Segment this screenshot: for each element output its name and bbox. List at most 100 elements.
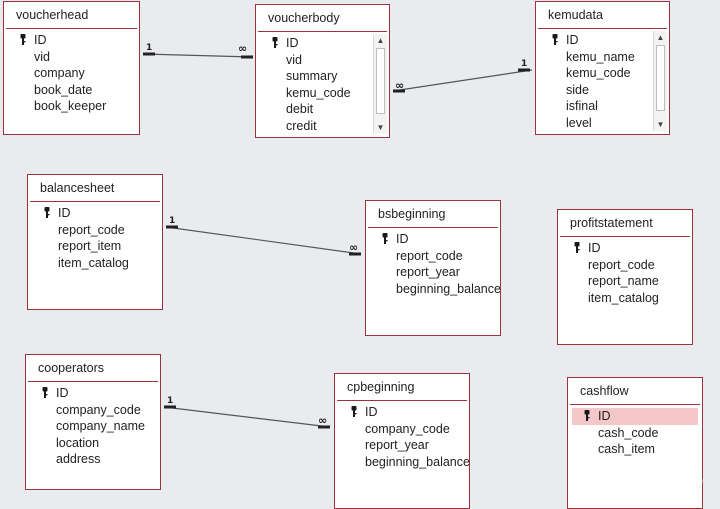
table-title[interactable]: bsbeginning <box>368 201 498 228</box>
field-row[interactable]: ID <box>558 240 692 257</box>
field-row[interactable]: company_code <box>26 402 160 419</box>
table-balancesheet[interactable]: balancesheet ID report_code report_item … <box>27 174 163 310</box>
field-name: company <box>34 66 85 81</box>
field-row[interactable]: kemu_code <box>536 65 669 82</box>
field-row[interactable]: company <box>4 65 139 82</box>
table-title[interactable]: cooperators <box>28 355 158 382</box>
vertical-scrollbar[interactable]: ▲ ▼ <box>653 31 667 131</box>
field-name: isfinal <box>566 99 598 114</box>
field-row[interactable]: vid <box>256 52 389 69</box>
table-title[interactable]: profitstatement <box>560 210 690 237</box>
field-row[interactable]: beginning_balance <box>366 281 500 298</box>
scroll-down-icon[interactable]: ▼ <box>374 121 387 134</box>
field-row[interactable]: debit <box>256 101 389 118</box>
watermark: 知乎 @郑天玑 <box>589 467 704 487</box>
field-name: book_keeper <box>34 99 107 114</box>
field-list: ID kemu_name kemu_code side isfinal leve… <box>536 29 669 132</box>
table-profitstatement[interactable]: profitstatement ID report_code report_na… <box>557 209 693 345</box>
field-name: cash_code <box>598 425 659 440</box>
key-icon <box>574 242 580 253</box>
field-name: vid <box>34 49 50 64</box>
scroll-up-icon[interactable]: ▲ <box>654 31 667 44</box>
field-row[interactable]: ID <box>256 35 389 52</box>
field-name: debit <box>286 102 314 117</box>
table-kemudata[interactable]: kemudata ID kemu_name kemu_code side isf… <box>535 1 670 135</box>
scroll-thumb[interactable] <box>656 45 665 111</box>
scroll-down-icon[interactable]: ▼ <box>654 118 667 131</box>
field-row[interactable]: kemu_name <box>536 49 669 66</box>
scroll-up-icon[interactable]: ▲ <box>374 34 387 47</box>
field-row-selected[interactable]: ID <box>572 408 698 425</box>
relation-voucherbody-kemudata: ∞ 1 <box>392 59 533 93</box>
table-cooperators[interactable]: cooperators ID company_code company_name… <box>25 354 161 490</box>
field-name: location <box>56 435 100 450</box>
field-name: beginning_balance <box>396 281 501 296</box>
cardinality-many: ∞ <box>395 79 404 92</box>
field-row[interactable]: book_keeper <box>4 98 139 115</box>
table-title[interactable]: voucherbody <box>258 5 387 32</box>
table-title[interactable]: voucherhead <box>6 2 137 29</box>
key-icon <box>382 233 388 244</box>
field-row[interactable]: report_name <box>558 273 692 290</box>
field-name: cash_item <box>598 442 655 457</box>
table-bsbeginning[interactable]: bsbeginning ID report_code report_year b… <box>365 200 501 336</box>
table-title[interactable]: kemudata <box>538 2 667 29</box>
relation-voucherhead-voucherbody: 1 ∞ <box>142 42 254 59</box>
field-row[interactable]: ID <box>28 205 162 222</box>
table-voucherhead[interactable]: voucherhead ID vid company book_date boo… <box>3 1 140 135</box>
field-row[interactable]: vid <box>4 49 139 66</box>
field-row[interactable]: company_name <box>26 418 160 435</box>
field-row[interactable]: company_code <box>335 421 469 438</box>
field-name: report_code <box>58 222 125 237</box>
field-row[interactable]: kemu_code <box>256 85 389 102</box>
table-voucherbody[interactable]: voucherbody ID vid summary kemu_code deb… <box>255 4 390 138</box>
field-name: ID <box>34 33 47 47</box>
cardinality-many: ∞ <box>238 42 247 55</box>
field-row[interactable]: ID <box>366 231 500 248</box>
field-row[interactable]: cash_code <box>568 425 702 442</box>
field-row[interactable]: item_catalog <box>28 255 162 272</box>
field-row[interactable]: report_code <box>366 248 500 265</box>
field-name: address <box>56 452 101 467</box>
vertical-scrollbar[interactable]: ▲ ▼ <box>373 34 387 134</box>
field-row[interactable]: isfinal <box>536 98 669 115</box>
field-row[interactable]: report_item <box>28 238 162 255</box>
field-row[interactable]: cash_item <box>568 441 702 458</box>
field-row[interactable]: summary <box>256 68 389 85</box>
field-row[interactable]: report_code <box>28 222 162 239</box>
table-cashflow[interactable]: cashflow ID cash_code cash_item <box>567 377 703 509</box>
field-row[interactable]: item_catalog <box>558 290 692 307</box>
field-row[interactable]: report_code <box>558 257 692 274</box>
field-row[interactable]: beginning_balance <box>335 454 469 471</box>
field-name: credit <box>286 118 317 133</box>
field-name: side <box>566 82 589 97</box>
field-row[interactable]: ID <box>536 32 669 49</box>
table-title[interactable]: cpbeginning <box>337 374 467 401</box>
field-name: report_item <box>58 239 122 254</box>
field-name: report_year <box>365 438 429 453</box>
cardinality-one: 1 <box>146 43 152 53</box>
field-row[interactable]: side <box>536 82 669 99</box>
field-row[interactable]: report_year <box>335 437 469 454</box>
field-row[interactable]: address <box>26 451 160 468</box>
field-row[interactable]: ID <box>26 385 160 402</box>
field-row[interactable]: location <box>26 435 160 452</box>
field-row[interactable]: credit <box>256 118 389 135</box>
key-icon <box>584 410 590 421</box>
field-list: ID report_code report_year beginning_bal… <box>366 228 500 297</box>
table-title[interactable]: cashflow <box>570 378 700 405</box>
table-title[interactable]: balancesheet <box>30 175 160 202</box>
key-icon <box>272 37 278 48</box>
scroll-thumb[interactable] <box>376 48 385 114</box>
field-row[interactable]: report_year <box>366 264 500 281</box>
field-list: ID report_code report_item item_catalog <box>28 202 162 271</box>
field-row[interactable]: level <box>536 115 669 132</box>
key-icon <box>20 34 26 45</box>
field-row[interactable]: ID <box>4 32 139 49</box>
field-row[interactable]: ID <box>335 404 469 421</box>
table-cpbeginning[interactable]: cpbeginning ID company_code report_year … <box>334 373 470 509</box>
field-name: ID <box>286 36 299 50</box>
field-row[interactable]: book_date <box>4 82 139 99</box>
field-name: summary <box>286 69 338 84</box>
field-name: item_catalog <box>588 290 659 305</box>
